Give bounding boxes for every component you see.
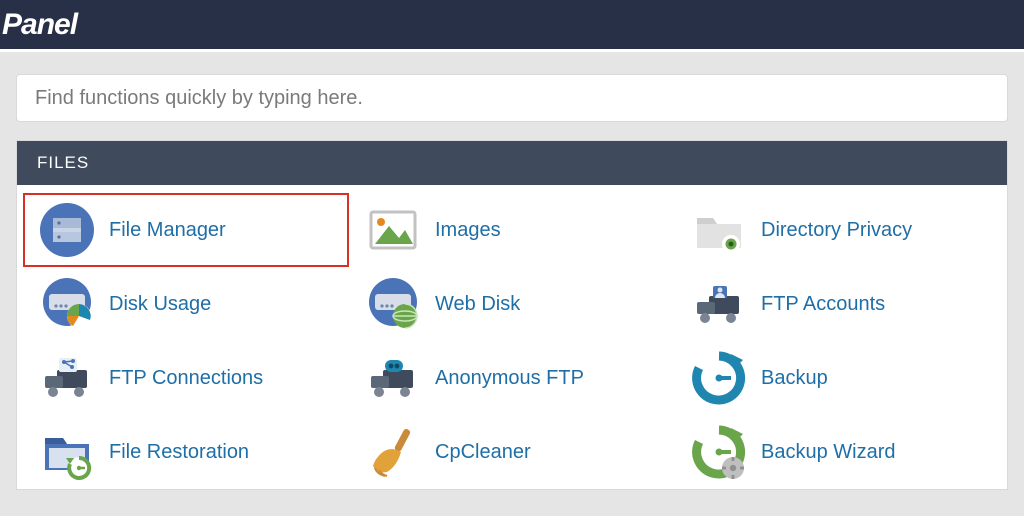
search-input[interactable] (16, 74, 1008, 122)
item-anonymous-ftp[interactable]: Anonymous FTP (349, 341, 675, 415)
item-label: Disk Usage (109, 293, 211, 316)
anonymous-ftp-icon (365, 350, 421, 406)
item-ftp-accounts[interactable]: FTP Accounts (675, 267, 1001, 341)
brand-logo: Panel (0, 8, 77, 42)
item-label: Web Disk (435, 293, 520, 316)
panel-header[interactable]: FILES (17, 141, 1007, 185)
item-disk-usage[interactable]: Disk Usage (23, 267, 349, 341)
item-file-restoration[interactable]: File Restoration (23, 415, 349, 489)
item-backup[interactable]: Backup (675, 341, 1001, 415)
file-manager-icon (39, 202, 95, 258)
cpcleaner-icon (365, 424, 421, 480)
item-label: Backup Wizard (761, 441, 896, 464)
item-web-disk[interactable]: Web Disk (349, 267, 675, 341)
item-directory-privacy[interactable]: Directory Privacy (675, 193, 1001, 267)
ftp-connections-icon (39, 350, 95, 406)
web-disk-icon (365, 276, 421, 332)
backup-icon (691, 350, 747, 406)
page-body: FILES File Manager Images Directory Priv… (0, 74, 1024, 490)
directory-privacy-icon (691, 202, 747, 258)
backup-wizard-icon (691, 424, 747, 480)
file-restoration-icon (39, 424, 95, 480)
item-ftp-connections[interactable]: FTP Connections (23, 341, 349, 415)
item-label: Backup (761, 367, 828, 390)
files-panel: FILES File Manager Images Directory Priv… (16, 140, 1008, 490)
item-backup-wizard[interactable]: Backup Wizard (675, 415, 1001, 489)
item-label: Directory Privacy (761, 219, 912, 242)
item-label: File Manager (109, 219, 226, 242)
item-label: Anonymous FTP (435, 367, 584, 390)
item-label: Images (435, 219, 501, 242)
files-grid: File Manager Images Directory Privacy Di… (17, 185, 1007, 489)
item-label: File Restoration (109, 441, 249, 464)
item-label: FTP Accounts (761, 293, 885, 316)
item-images[interactable]: Images (349, 193, 675, 267)
item-label: FTP Connections (109, 367, 263, 390)
item-file-manager[interactable]: File Manager (23, 193, 349, 267)
top-bar: Panel (0, 0, 1024, 52)
disk-usage-icon (39, 276, 95, 332)
item-cpcleaner[interactable]: CpCleaner (349, 415, 675, 489)
search-box (16, 74, 1008, 122)
panel-title: FILES (37, 153, 89, 173)
ftp-accounts-icon (691, 276, 747, 332)
item-label: CpCleaner (435, 441, 531, 464)
images-icon (365, 202, 421, 258)
